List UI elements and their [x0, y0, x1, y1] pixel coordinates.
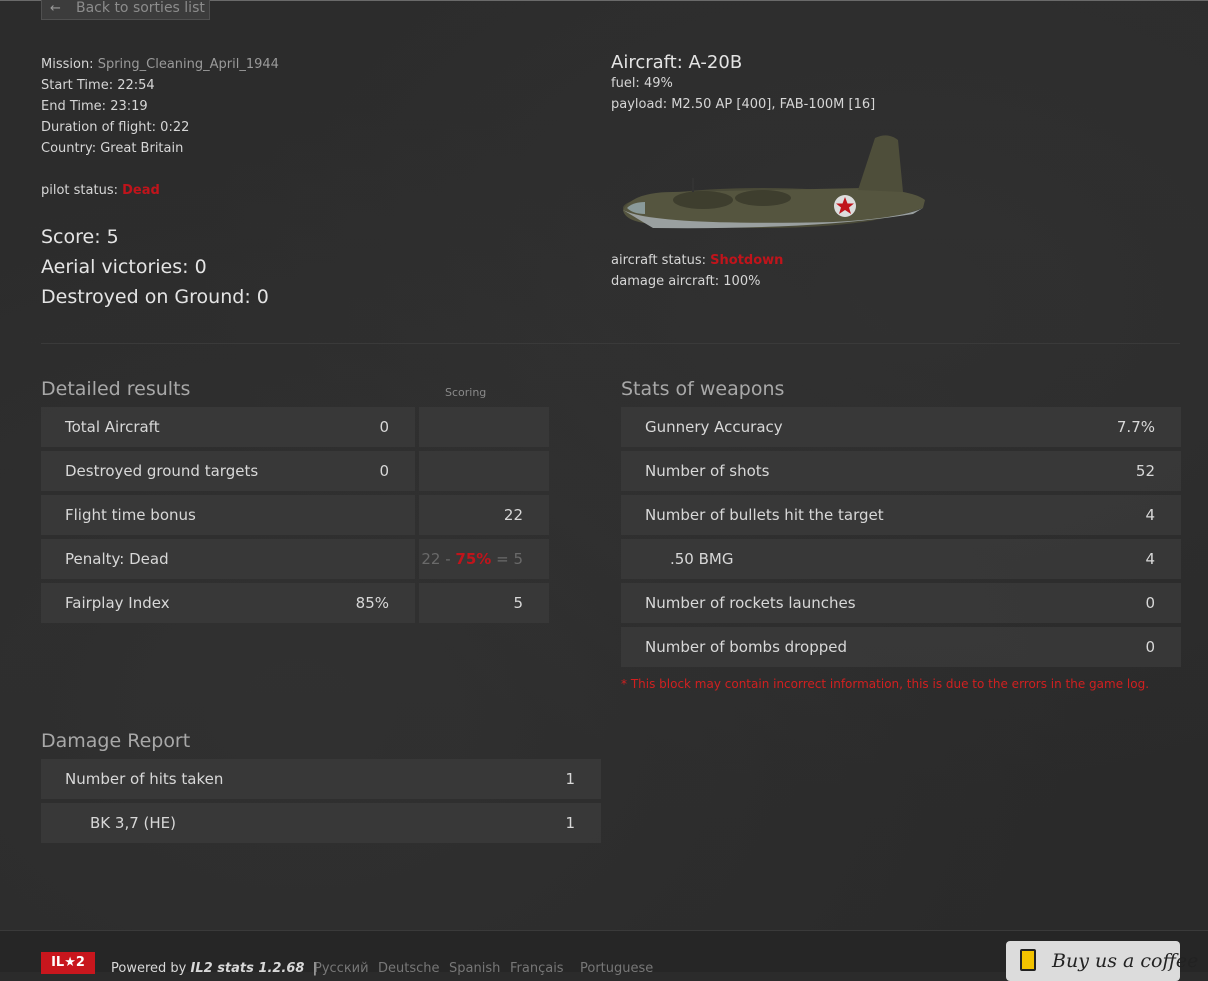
weapon-cell: Number of rockets launches 0 — [621, 583, 1181, 623]
weapon-cell: .50 BMG 4 — [621, 539, 1181, 579]
detailed-results-title: Detailed results — [41, 378, 191, 400]
table-row: Number of bombs dropped 0 — [621, 627, 1181, 667]
pilot-status-line: pilot status: Dead — [41, 183, 160, 198]
back-button-label: Back to sorties list — [76, 0, 205, 16]
lang-link-spanish[interactable]: Spanish — [449, 961, 500, 976]
penalty-formula: 22 - 75% = 5 — [419, 539, 549, 579]
arrow-left-icon: ← — [50, 1, 61, 16]
destroyed-on-ground: Destroyed on Ground: 0 — [41, 286, 269, 308]
coffee-label: Buy us a coffee — [1052, 950, 1199, 972]
table-row: .50 BMG 4 — [621, 539, 1181, 579]
score: Score: 5 — [41, 226, 119, 248]
mission-line: Mission: Spring_Cleaning_April_1944 — [41, 57, 279, 72]
pilot-status-value: Dead — [122, 183, 160, 198]
summary: Score: 5 Aerial victories: 0 Destroyed o… — [41, 222, 269, 312]
result-cell: Total Aircraft 0 — [41, 407, 415, 447]
lang-link-russian[interactable]: Русский — [314, 961, 369, 976]
table-row: BK 3,7 (HE) 1 — [41, 803, 601, 843]
table-row: Number of hits taken 1 — [41, 759, 601, 799]
table-row: Number of shots 52 — [621, 451, 1181, 491]
weapon-cell: Number of bullets hit the target 4 — [621, 495, 1181, 535]
table-row: Flight time bonus 22 — [41, 495, 549, 535]
damage-aircraft: damage aircraft: 100% — [611, 274, 761, 289]
damage-cell: BK 3,7 (HE) 1 — [41, 803, 601, 843]
result-cell: Destroyed ground targets 0 — [41, 451, 415, 491]
end-time-line: End Time: 23:19 — [41, 99, 148, 114]
score-cell: 22 — [419, 495, 549, 535]
table-row: Total Aircraft 0 — [41, 407, 549, 447]
coffee-cup-icon — [1020, 949, 1036, 971]
back-to-sorties-button[interactable]: ← Back to sorties list — [41, 0, 210, 20]
result-cell: Penalty: Dead — [41, 539, 415, 579]
weapon-cell: Number of bombs dropped 0 — [621, 627, 1181, 667]
mission-info: Mission: Spring_Cleaning_April_1944 Star… — [41, 54, 279, 201]
table-row: Gunnery Accuracy 7.7% — [621, 407, 1181, 447]
aircraft-title: Aircraft: A-20B — [611, 52, 743, 73]
powered-by: Powered by IL2 stats 1.2.68 | — [111, 961, 318, 976]
buy-coffee-button[interactable]: Buy us a coffee — [1006, 941, 1198, 981]
weapons-title: Stats of weapons — [621, 378, 785, 400]
result-cell: Flight time bonus — [41, 495, 415, 535]
table-row: Number of rockets launches 0 — [621, 583, 1181, 623]
lang-link-french[interactable]: Français — [510, 961, 564, 976]
score-cell: 5 — [419, 583, 549, 623]
il2-stats-link[interactable]: IL2 stats 1.2.68 — [191, 961, 305, 976]
aircraft-status-value: Shotdown — [710, 253, 784, 268]
aircraft-image — [623, 135, 925, 229]
weapons-note: * This block may contain incorrect infor… — [621, 677, 1150, 691]
table-row: Fairplay Index 85% 5 — [41, 583, 549, 623]
aerial-victories: Aerial victories: 0 — [41, 256, 207, 278]
aircraft-info: Aircraft: A-20B fuel: 49% payload: M2.50… — [611, 52, 875, 115]
lang-link-german[interactable]: Deutsche — [378, 961, 440, 976]
score-cell — [419, 451, 549, 491]
duration-line: Duration of flight: 0:22 — [41, 120, 190, 135]
start-time-line: Start Time: 22:54 — [41, 78, 155, 93]
score-cell — [419, 407, 549, 447]
aircraft-status: aircraft status: Shotdown damage aircraf… — [611, 250, 783, 292]
lang-link-portuguese[interactable]: Portuguese — [580, 961, 653, 976]
damage-report-title: Damage Report — [41, 730, 191, 752]
weapon-cell: Number of shots 52 — [621, 451, 1181, 491]
mission-name: Spring_Cleaning_April_1944 — [97, 57, 279, 72]
table-row: Number of bullets hit the target 4 — [621, 495, 1181, 535]
scoring-label: Scoring — [445, 386, 487, 399]
aircraft-status-line: aircraft status: Shotdown — [611, 253, 784, 268]
table-row: Penalty: Dead 22 - 75% = 5 — [41, 539, 549, 579]
payload: payload: M2.50 AP [400], FAB-100M [16] — [611, 97, 876, 112]
table-row: Destroyed ground targets 0 — [41, 451, 549, 491]
footer: IL★2 Powered by IL2 stats 1.2.68 | Русск… — [0, 930, 1208, 981]
fuel: fuel: 49% — [611, 76, 673, 91]
weapon-cell: Gunnery Accuracy 7.7% — [621, 407, 1181, 447]
section-divider — [41, 343, 1180, 344]
damage-cell: Number of hits taken 1 — [41, 759, 601, 799]
country-line: Country: Great Britain — [41, 141, 184, 156]
result-cell: Fairplay Index 85% — [41, 583, 415, 623]
